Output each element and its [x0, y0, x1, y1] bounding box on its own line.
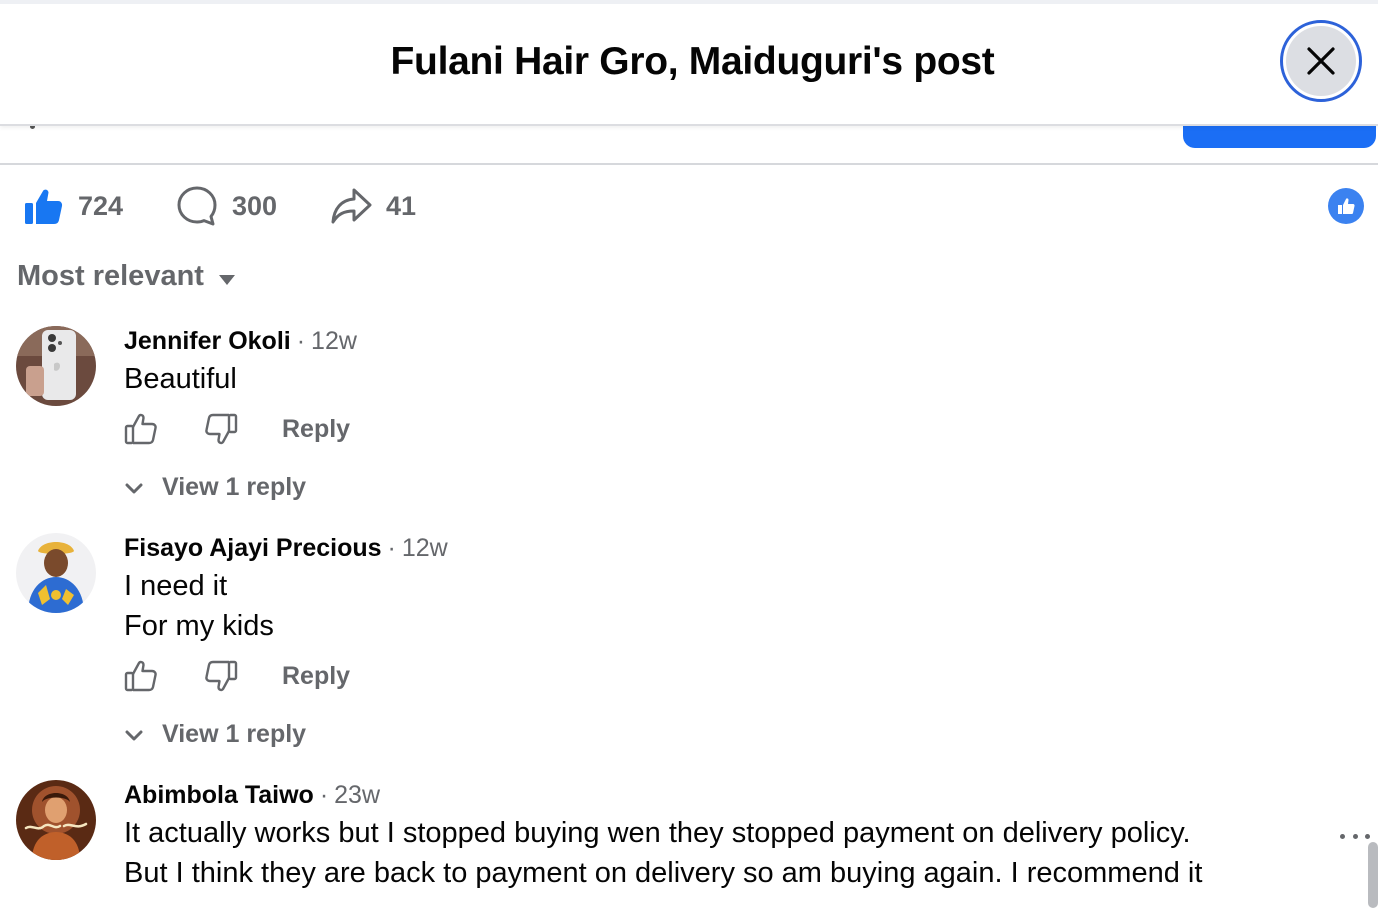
- sort-label: Most relevant: [17, 260, 204, 292]
- thumbs-up-badge-icon: [1338, 198, 1355, 214]
- comment-time[interactable]: 23w: [334, 781, 380, 809]
- thumbs-down-outline-icon: [205, 660, 238, 692]
- like-comment-button[interactable]: [124, 412, 158, 446]
- header-top-strip: [0, 0, 1378, 4]
- comment-line: Beautiful: [124, 363, 237, 395]
- avatar[interactable]: [16, 780, 96, 860]
- close-button-inner: [1286, 26, 1356, 96]
- close-icon: [1307, 47, 1335, 75]
- view-replies-button[interactable]: View 1 reply: [124, 720, 306, 749]
- like-count: 724: [78, 190, 124, 221]
- reply-button[interactable]: Reply: [282, 662, 350, 691]
- dislike-comment-button[interactable]: [204, 659, 238, 693]
- reaction-like-badge[interactable]: [1328, 188, 1364, 224]
- comment-item: Fisayo Ajayi Precious · 12w I need it For …: [0, 533, 1378, 764]
- more-dot: [1365, 833, 1370, 839]
- avatar[interactable]: [16, 326, 96, 406]
- avatar-photo: [16, 533, 96, 613]
- comment-button[interactable]: 300: [176, 184, 277, 228]
- divider: [0, 163, 1378, 165]
- view-replies-button[interactable]: View 1 reply: [124, 473, 306, 502]
- like-comment-button[interactable]: [124, 659, 158, 693]
- scrollbar-thumb[interactable]: [1368, 842, 1378, 908]
- comment-item: Abimbola Taiwo · 23w It actually works but…: [0, 780, 1378, 908]
- dialog-header: Fulani Hair Gro, Maiduguri's post: [0, 0, 1378, 126]
- thumbs-up-outline-icon: [124, 660, 157, 692]
- comment-header: Fisayo Ajayi Precious · 12w: [124, 534, 448, 563]
- caret-down-icon: [218, 274, 235, 285]
- avatar-photo: [16, 326, 96, 406]
- comment-line: For my kids: [124, 610, 274, 642]
- view-replies-label: View 1 reply: [162, 720, 307, 748]
- dialog-title: Fulani Hair Gro, Maiduguri's post: [390, 40, 995, 83]
- comment-author[interactable]: Jennifer Okoli: [124, 327, 291, 355]
- dislike-comment-button[interactable]: [204, 412, 238, 446]
- comment-text: I need it For my kids: [124, 566, 274, 646]
- comment-line: But I think they are back to payment on …: [124, 857, 1203, 889]
- comment-item: Jennifer Okoli · 12w Beautiful Reply View …: [0, 326, 1378, 517]
- comment-actions: Reply: [124, 659, 350, 693]
- close-button[interactable]: [1280, 20, 1362, 102]
- comment-author[interactable]: Abimbola Taiwo: [124, 781, 314, 809]
- like-button[interactable]: 724: [24, 184, 123, 228]
- comment-icon: [177, 186, 217, 226]
- separator-dot: ·: [296, 327, 306, 355]
- separator-dot: ·: [387, 534, 396, 562]
- comment-header: Abimbola Taiwo · 23w: [124, 781, 380, 810]
- comment-author[interactable]: Fisayo Ajayi Precious: [124, 534, 382, 562]
- reply-button[interactable]: Reply: [282, 415, 350, 444]
- comment-line: It actually works but I stopped buying w…: [124, 817, 1191, 849]
- chevron-down-icon: [125, 483, 143, 493]
- thumbs-up-outline-icon: [124, 413, 157, 445]
- share-count: 41: [386, 190, 417, 221]
- comment-count: 300: [232, 190, 278, 221]
- comment-time[interactable]: 12w: [402, 534, 448, 562]
- thumbs-down-outline-icon: [205, 413, 238, 445]
- sort-dropdown[interactable]: Most relevant: [17, 260, 236, 293]
- share-icon: [331, 188, 372, 224]
- chevron-down-icon: [125, 730, 143, 740]
- more-dot: [1340, 833, 1345, 839]
- thumbs-up-filled-icon: [25, 189, 63, 224]
- comment-text: It actually works but I stopped buying w…: [124, 813, 1202, 893]
- comment-time[interactable]: 12w: [311, 327, 357, 355]
- avatar[interactable]: [16, 533, 96, 613]
- comment-text: Beautiful: [124, 359, 237, 399]
- comment-actions: Reply: [124, 412, 350, 446]
- more-dot: [1352, 833, 1358, 839]
- separator-dot: ·: [319, 781, 329, 809]
- share-button[interactable]: 41: [330, 184, 416, 228]
- comment-header: Jennifer Okoli · 12w: [124, 327, 357, 356]
- more-options-button[interactable]: [1340, 830, 1370, 842]
- avatar-photo: [16, 780, 96, 860]
- view-replies-label: View 1 reply: [162, 473, 307, 501]
- comment-line: I need it: [124, 570, 228, 602]
